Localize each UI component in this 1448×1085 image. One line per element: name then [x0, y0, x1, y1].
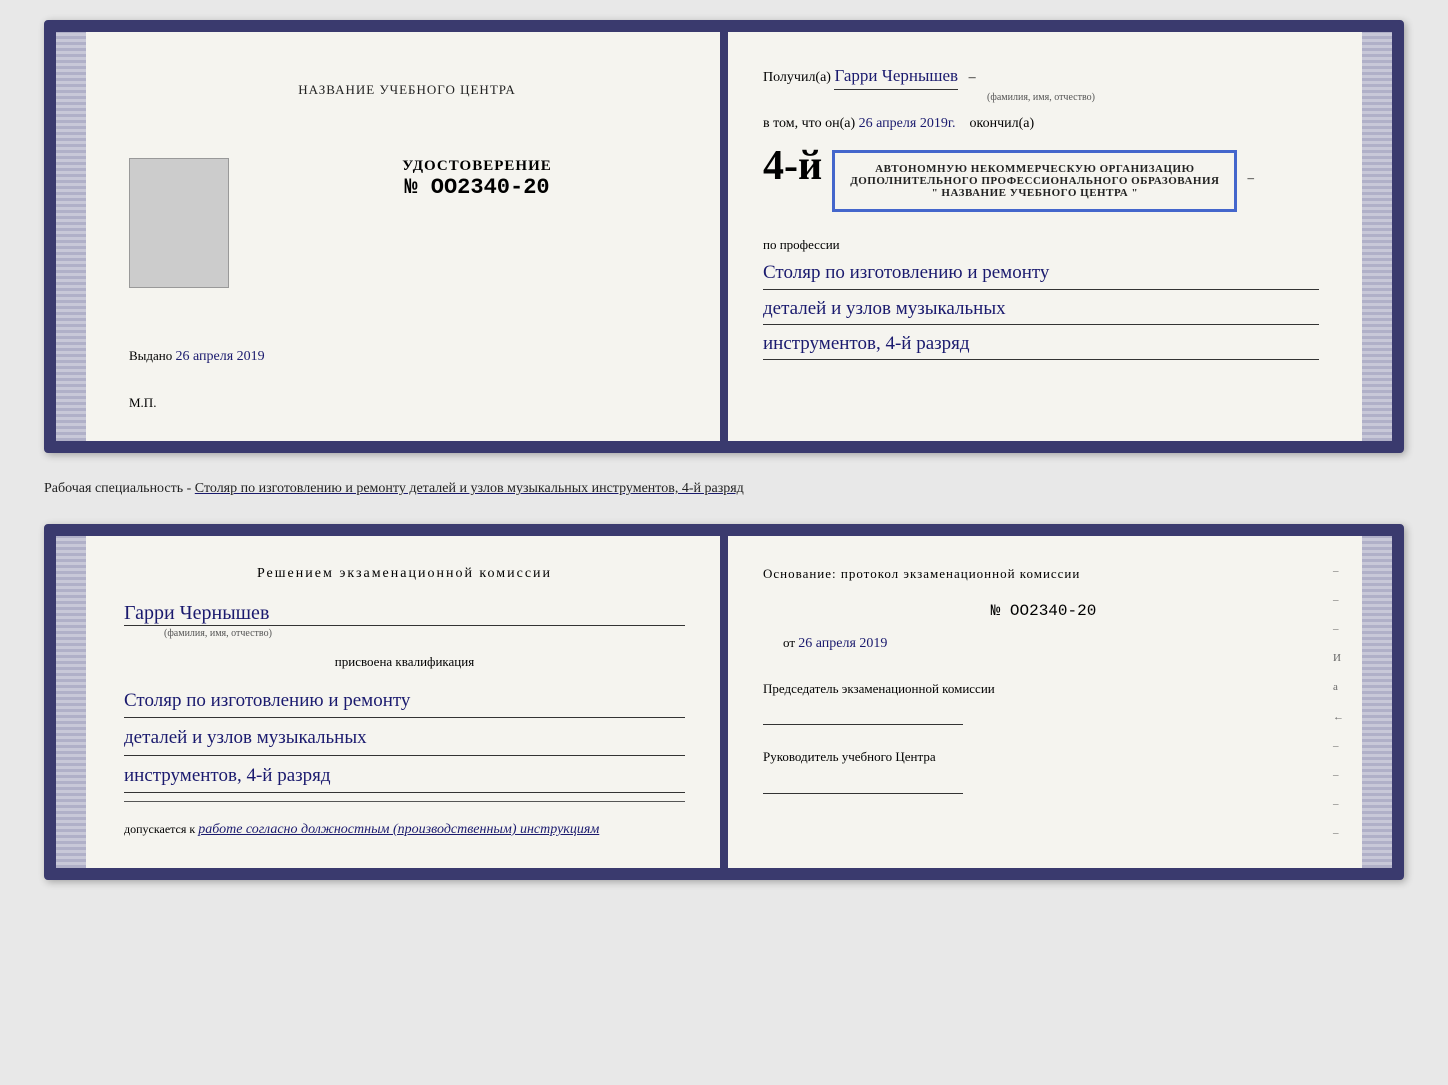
fio-subtitle: (фамилия, имя, отчество)	[763, 90, 1319, 106]
stamp-line2: ДОПОЛНИТЕЛЬНОГО ПРОФЕССИОНАЛЬНОГО ОБРАЗО…	[850, 175, 1219, 187]
top-right-page: Получил(а) Гарри Чернышев – (фамилия, им…	[728, 32, 1374, 441]
profession-line3: инструментов, 4-й разряд	[763, 329, 1319, 360]
stamp-line1: АВТОНОМНУЮ НЕКОММЕРЧЕСКУЮ ОРГАНИЗАЦИЮ	[850, 163, 1219, 175]
issued-line: Выдано 26 апреля 2019	[129, 348, 685, 365]
finished-label: окончил(а)	[969, 116, 1034, 131]
photo-placeholder	[129, 158, 229, 288]
director-label: Руководитель учебного Центра	[763, 745, 1324, 768]
profession-line2: деталей и узлов музыкальных	[763, 294, 1319, 325]
stamp-box: АВТОНОМНУЮ НЕКОММЕРЧЕСКУЮ ОРГАНИЗАЦИЮ ДО…	[832, 150, 1237, 212]
decision-title: Решением экзаменационной комиссии	[124, 566, 685, 582]
qual-line1: Столяр по изготовлению и ремонту	[124, 685, 685, 718]
in-that-block: в том, что он(а) 26 апреля 2019г. окончи…	[763, 116, 1319, 132]
top-left-page: НАЗВАНИЕ УЧЕБНОГО ЦЕНТРА УДОСТОВЕРЕНИЕ №…	[74, 32, 728, 441]
binding-strip-right	[1374, 32, 1392, 441]
received-line: Получил(а) Гарри Чернышев – (фамилия, им…	[763, 62, 1319, 106]
stamp-area: 4-й АВТОНОМНУЮ НЕКОММЕРЧЕСКУЮ ОРГАНИЗАЦИ…	[763, 140, 1319, 222]
side-mark-1: –	[1333, 565, 1344, 577]
date-from: от	[783, 635, 795, 650]
date-value: 26 апреля 2019	[798, 636, 887, 651]
assigned-label: присвоена квалификация	[124, 654, 685, 670]
allowed-label: допускается к	[124, 822, 195, 836]
fio-subtitle-2: (фамилия, имя, отчество)	[164, 628, 685, 639]
person-name: Гарри Чернышев	[124, 602, 685, 626]
side-mark-2: –	[1333, 594, 1344, 606]
bottom-document-spread: Решением экзаменационной комиссии Гарри …	[44, 524, 1404, 880]
cert-label: УДОСТОВЕРЕНИЕ	[269, 158, 685, 175]
binding-strip-left	[56, 32, 74, 441]
finished-date: 26 апреля 2019г.	[859, 116, 956, 131]
allowed-value: работе согласно должностным (производств…	[198, 822, 599, 837]
chairman-label: Председатель экзаменационной комиссии	[763, 677, 1324, 700]
qualification-block: Столяр по изготовлению и ремонту деталей…	[124, 685, 685, 793]
allowed-line: допускается к работе согласно должностны…	[124, 822, 685, 838]
top-left-title: НАЗВАНИЕ УЧЕБНОГО ЦЕНТРА	[129, 82, 685, 98]
protocol-number: № OO2340-20	[763, 602, 1324, 620]
cert-info-block: УДОСТОВЕРЕНИЕ № OO2340-20	[269, 158, 685, 200]
right-dash: –	[1247, 170, 1254, 186]
side-mark-6: ←	[1333, 711, 1344, 723]
cert-number: № OO2340-20	[269, 175, 685, 200]
photo-cert-row: УДОСТОВЕРЕНИЕ № OO2340-20	[129, 158, 685, 288]
recipient-name: Гарри Чернышев	[834, 62, 958, 90]
qual-line3: инструментов, 4-й разряд	[124, 760, 685, 793]
description-specialty: Столяр по изготовлению и ремонту деталей…	[195, 481, 744, 496]
profession-line1: Столяр по изготовлению и ремонту	[763, 258, 1319, 289]
bottom-right-page: Основание: протокол экзаменационной коми…	[728, 536, 1374, 868]
side-mark-7: –	[1333, 740, 1344, 752]
in-that-label: в том, что он(а)	[763, 116, 855, 131]
by-profession-label: по профессии	[763, 237, 1319, 253]
person-block: Гарри Чернышев (фамилия, имя, отчество)	[124, 602, 685, 639]
protocol-date: от 26 апреля 2019	[783, 635, 1324, 652]
side-mark-4: И	[1333, 652, 1344, 664]
description-main: Рабочая специальность -	[44, 481, 195, 496]
binding-strip-right-2	[1374, 536, 1392, 868]
divider-1	[124, 801, 685, 802]
stamp-line3: " НАЗВАНИЕ УЧЕБНОГО ЦЕНТРА "	[850, 187, 1219, 199]
chairman-signature-line	[763, 705, 963, 725]
description-text: Рабочая специальность - Столяр по изгото…	[44, 473, 1404, 504]
side-mark-10: –	[1333, 827, 1344, 839]
top-document-spread: НАЗВАНИЕ УЧЕБНОГО ЦЕНТРА УДОСТОВЕРЕНИЕ №…	[44, 20, 1404, 453]
qual-line2: деталей и узлов музыкальных	[124, 722, 685, 755]
basis-label: Основание: протокол экзаменационной коми…	[763, 566, 1324, 582]
chairman-block: Председатель экзаменационной комиссии	[763, 677, 1324, 725]
side-mark-9: –	[1333, 798, 1344, 810]
received-label: Получил(а)	[763, 70, 831, 85]
side-mark-5: а	[1333, 681, 1344, 693]
binding-strip-left-2	[56, 536, 74, 868]
issued-label: Выдано	[129, 348, 172, 363]
side-mark-3: –	[1333, 623, 1344, 635]
director-block: Руководитель учебного Центра	[763, 745, 1324, 793]
bottom-left-page: Решением экзаменационной комиссии Гарри …	[74, 536, 728, 868]
stamp-big-number: 4-й	[763, 145, 822, 187]
issued-date: 26 апреля 2019	[176, 349, 265, 364]
profession-block: Столяр по изготовлению и ремонту деталей…	[763, 258, 1319, 360]
mp-line: М.П.	[129, 395, 685, 411]
director-signature-line	[763, 774, 963, 794]
side-marks: – – – И а ← – – – –	[1333, 556, 1344, 848]
side-mark-8: –	[1333, 769, 1344, 781]
